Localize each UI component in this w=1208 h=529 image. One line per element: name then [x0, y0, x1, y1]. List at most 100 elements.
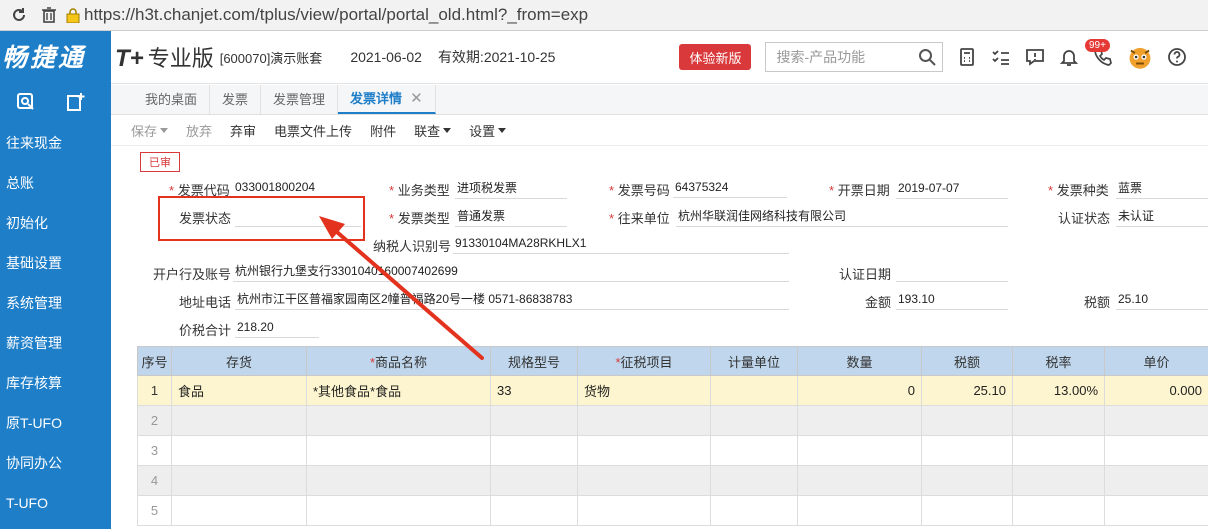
- search-doc-icon[interactable]: [16, 92, 36, 112]
- column-header[interactable]: *商品名称: [306, 346, 491, 376]
- column-header[interactable]: 单价: [1104, 346, 1208, 376]
- invoice-kind-field[interactable]: 蓝票: [1116, 179, 1208, 199]
- attachment-button[interactable]: 附件: [370, 121, 396, 140]
- table-cell[interactable]: [797, 405, 922, 436]
- table-cell[interactable]: *其他食品*食品: [306, 375, 491, 406]
- tab-invoice[interactable]: 发票: [210, 85, 262, 114]
- table-cell[interactable]: [577, 405, 711, 436]
- table-cell[interactable]: [1104, 465, 1208, 496]
- close-tab-icon[interactable]: ✕: [410, 84, 423, 113]
- column-header[interactable]: *征税项目: [577, 346, 711, 376]
- table-cell[interactable]: [921, 465, 1013, 496]
- sidebar-item-basic-settings[interactable]: 基础设置: [0, 243, 111, 283]
- table-cell[interactable]: 25.10: [921, 375, 1013, 406]
- column-header[interactable]: 存货: [171, 346, 307, 376]
- table-cell[interactable]: [710, 405, 798, 436]
- taxpayer-id-field[interactable]: 91330104MA28RKHLX1: [453, 234, 789, 254]
- table-cell[interactable]: [710, 465, 798, 496]
- invoice-date-field[interactable]: 2019-07-07: [896, 179, 1008, 199]
- table-cell[interactable]: [710, 435, 798, 466]
- tab-invoice-detail[interactable]: 发票详情 ✕: [338, 85, 436, 114]
- sidebar-item-inventory[interactable]: 库存核算: [0, 363, 111, 403]
- table-row[interactable]: 5: [137, 495, 1208, 526]
- reload-icon[interactable]: [8, 4, 30, 26]
- table-cell[interactable]: 33: [490, 375, 578, 406]
- table-cell[interactable]: [306, 465, 491, 496]
- sidebar-item-office[interactable]: 协同办公: [0, 443, 111, 483]
- sidebar-item-init[interactable]: 初始化: [0, 203, 111, 243]
- table-cell[interactable]: [171, 435, 307, 466]
- table-cell[interactable]: [171, 495, 307, 526]
- mascot-icon[interactable]: [1127, 44, 1153, 70]
- table-cell[interactable]: [171, 405, 307, 436]
- counterparty-field[interactable]: 杭州华联润佳网络科技有限公司: [676, 207, 1008, 227]
- table-cell[interactable]: 13.00%: [1012, 375, 1105, 406]
- table-cell[interactable]: [797, 495, 922, 526]
- table-cell[interactable]: [1012, 465, 1105, 496]
- table-cell[interactable]: [797, 465, 922, 496]
- column-header[interactable]: 计量单位: [710, 346, 798, 376]
- table-cell[interactable]: [1012, 435, 1105, 466]
- table-cell[interactable]: [921, 435, 1013, 466]
- amount-field[interactable]: 193.10: [896, 290, 1008, 310]
- column-header[interactable]: 数量: [797, 346, 922, 376]
- cert-date-field[interactable]: [896, 262, 1008, 282]
- upload-e-invoice-button[interactable]: 电票文件上传: [274, 121, 352, 140]
- sidebar-item-ufo[interactable]: T-UFO: [0, 483, 111, 523]
- table-cell[interactable]: 0: [797, 375, 922, 406]
- invoice-type-field[interactable]: 普通发票: [455, 207, 567, 227]
- search-icon[interactable]: [918, 48, 937, 66]
- invoice-code-field[interactable]: 033001800204: [233, 178, 361, 198]
- discard-button[interactable]: 放弃: [186, 121, 212, 140]
- table-cell[interactable]: 食品: [171, 375, 307, 406]
- table-row[interactable]: 4: [137, 465, 1208, 496]
- table-cell[interactable]: 货物: [577, 375, 711, 406]
- column-header[interactable]: 规格型号: [490, 346, 578, 376]
- table-row[interactable]: 2: [137, 405, 1208, 436]
- address-bar[interactable]: https://h3t.chanjet.com/tplus/view/porta…: [66, 5, 588, 25]
- table-cell[interactable]: [710, 495, 798, 526]
- tax-field[interactable]: 25.10: [1116, 290, 1208, 310]
- table-cell[interactable]: [797, 435, 922, 466]
- save-button[interactable]: 保存: [131, 121, 169, 140]
- table-cell[interactable]: [577, 495, 711, 526]
- table-cell[interactable]: [490, 495, 578, 526]
- message-icon[interactable]: [1025, 47, 1045, 67]
- table-cell[interactable]: [1104, 435, 1208, 466]
- table-cell[interactable]: [1104, 405, 1208, 436]
- invoice-no-field[interactable]: 64375324: [673, 178, 787, 198]
- column-header[interactable]: 税率: [1012, 346, 1105, 376]
- try-new-version-button[interactable]: 体验新版: [679, 44, 752, 70]
- sidebar-item-ledger[interactable]: 总账: [0, 163, 111, 203]
- add-doc-icon[interactable]: [66, 92, 86, 112]
- unapprove-button[interactable]: 弃审: [230, 121, 256, 140]
- sidebar-item-cash[interactable]: 往来现金: [0, 123, 111, 163]
- bank-account-field[interactable]: 杭州银行九堡支行3301040160007402699: [233, 262, 789, 282]
- settings-button[interactable]: 设置: [469, 121, 507, 140]
- address-phone-field[interactable]: 杭州市江干区普福家园南区2幢普福路20号一楼 0571-86838783: [235, 290, 789, 310]
- table-cell[interactable]: [710, 375, 798, 406]
- sidebar-item-payroll[interactable]: 薪资管理: [0, 323, 111, 363]
- tab-invoice-management[interactable]: 发票管理: [261, 85, 339, 114]
- table-cell[interactable]: [1104, 495, 1208, 526]
- table-cell[interactable]: [577, 465, 711, 496]
- cert-status-field[interactable]: 未认证: [1116, 207, 1208, 227]
- help-icon[interactable]: [1167, 47, 1187, 67]
- sidebar-item-system[interactable]: 系统管理: [0, 283, 111, 323]
- table-cell[interactable]: [171, 465, 307, 496]
- column-header[interactable]: 税额: [921, 346, 1013, 376]
- table-cell[interactable]: [1012, 405, 1105, 436]
- table-cell[interactable]: [306, 435, 491, 466]
- tab-desktop[interactable]: 我的桌面: [133, 85, 211, 114]
- column-header[interactable]: 序号: [137, 346, 172, 376]
- sidebar-item-old-ufo[interactable]: 原T-UFO: [0, 403, 111, 443]
- table-cell[interactable]: [577, 435, 711, 466]
- table-row[interactable]: 3: [137, 435, 1208, 466]
- business-type-field[interactable]: 进项税发票: [455, 179, 567, 199]
- calculator-icon[interactable]: [957, 47, 977, 67]
- table-cell[interactable]: [490, 435, 578, 466]
- checklist-icon[interactable]: [991, 47, 1011, 67]
- trash-icon[interactable]: [38, 4, 60, 26]
- total-field[interactable]: 218.20: [235, 318, 319, 338]
- search-input[interactable]: 搜索-产品功能: [765, 42, 944, 72]
